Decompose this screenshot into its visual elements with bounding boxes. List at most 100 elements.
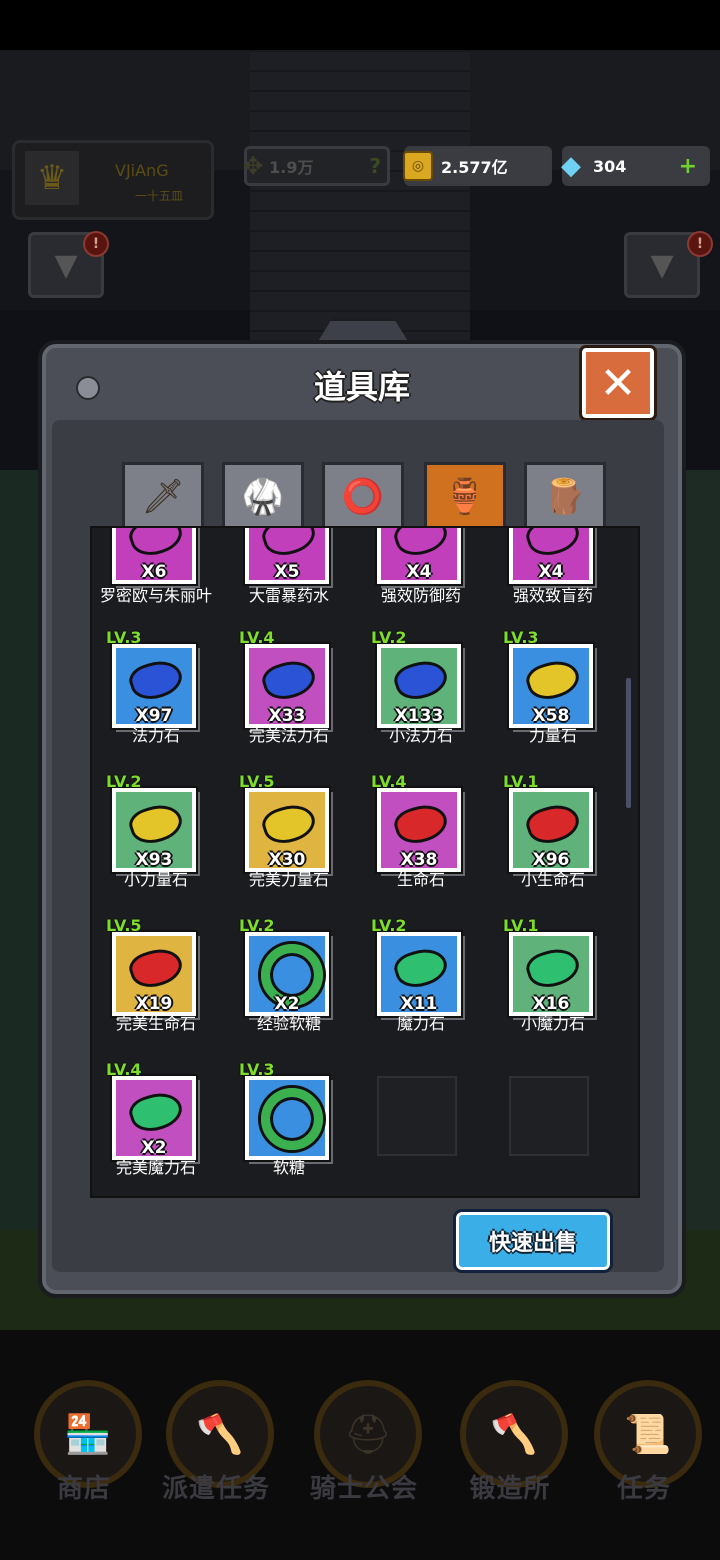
item-count: X133 [394, 706, 444, 726]
nav-shop[interactable]: 🏪 商店 [14, 1380, 144, 1530]
item-frame: X4 [507, 528, 595, 586]
item-level: LV.3 [106, 628, 142, 647]
add-gems-icon[interactable]: + [679, 154, 697, 179]
gem-stone-icon [125, 798, 187, 850]
item-frame: X97 [110, 642, 198, 730]
item-slot[interactable]: X93 LV.2 小力量石 [92, 772, 224, 918]
quick-sell-button[interactable]: 快速出售 [453, 1209, 613, 1273]
potion-jar-icon: 🏺 [443, 477, 487, 517]
item-slot[interactable]: X96 LV.1 小生命石 [489, 772, 621, 918]
item-slot[interactable]: X16 LV.1 小魔力石 [489, 916, 621, 1062]
gem-stone-icon [522, 798, 584, 850]
gem-stone-icon [258, 654, 320, 706]
item-frame: X133 [375, 642, 463, 730]
item-count: X5 [274, 562, 300, 582]
item-slot[interactable]: X33 LV.4 完美法力石 [225, 628, 357, 774]
tab-materials[interactable]: 🪵 [524, 462, 606, 529]
scrollbar[interactable] [626, 678, 631, 808]
gem-stone-icon [125, 654, 187, 706]
gem-stone-icon [522, 942, 584, 994]
item-slot[interactable]: X97 LV.3 法力石 [92, 628, 224, 774]
nav-dispatch[interactable]: 🪓 派遣任务 [146, 1380, 276, 1530]
gem-value: 304 [593, 156, 627, 176]
alert-icon: ! [83, 231, 109, 257]
item-grid[interactable]: X6 罗密欧与朱丽叶 X5 大雷暴药水 X4 强效防御药 X4 强效致盲药 X97 LV.3 法力石… [90, 526, 640, 1198]
item-frame: X30 [243, 786, 331, 874]
item-name: 经验软糖 [256, 1014, 321, 1033]
item-slot[interactable]: X2 LV.4 完美魔力石 [92, 1060, 224, 1196]
empty-slot [509, 1076, 589, 1156]
item-frame: X58 [507, 642, 595, 730]
item-slot[interactable]: X4 强效防御药 [357, 528, 489, 630]
item-level: LV.1 [503, 916, 539, 935]
gold-display[interactable]: ◎ 2.577亿 [403, 146, 552, 186]
player-card[interactable]: ♛ VJiAnG 一十五皿 [12, 140, 214, 220]
tab-armor[interactable]: 🥋 [222, 462, 304, 529]
item-name: 完美生命石 [115, 1014, 196, 1033]
empty-slot [377, 1076, 457, 1156]
left-menu-button[interactable]: ▼ ! [28, 231, 109, 298]
chevron-down-icon: ▼ [650, 247, 674, 283]
gem-stone-icon [522, 654, 584, 706]
item-frame: X93 [110, 786, 198, 874]
item-count: X58 [532, 706, 570, 726]
nav-quests[interactable]: 📜 任务 [574, 1380, 704, 1530]
item-name: 小力量石 [123, 870, 188, 889]
item-name: 完美魔力石 [115, 1158, 196, 1177]
power-display[interactable]: ✥ 1.9万 ? [243, 146, 390, 186]
item-count: X97 [135, 706, 173, 726]
item-slot[interactable]: LV.3 软糖 [225, 1060, 357, 1196]
item-count: X38 [400, 850, 438, 870]
item-frame: X38 [375, 786, 463, 874]
item-slot[interactable]: X6 罗密欧与朱丽叶 [92, 528, 224, 630]
item-level: LV.4 [239, 628, 275, 647]
item-slot[interactable]: X38 LV.4 生命石 [357, 772, 489, 918]
item-name: 法力石 [131, 726, 180, 745]
status-bar [0, 0, 720, 50]
gem-stone-icon [125, 942, 187, 994]
item-level: LV.2 [239, 916, 275, 935]
item-count: X96 [532, 850, 570, 870]
tab-accessories[interactable]: ⭕ [322, 462, 404, 529]
nav-forge[interactable]: 🪓 锻造所 [440, 1380, 570, 1530]
item-frame: X96 [507, 786, 595, 874]
potion-icon [390, 528, 452, 562]
close-button[interactable]: ✕ [579, 345, 657, 421]
item-name: 大雷暴药水 [248, 586, 329, 605]
item-level: LV.4 [371, 772, 407, 791]
gem-display[interactable]: ◆ 304 + [561, 146, 710, 186]
armor-icon: 🥋 [241, 477, 285, 517]
gold-coin-icon: ◎ [403, 151, 433, 181]
item-count: X4 [406, 562, 432, 582]
item-slot[interactable]: X19 LV.5 完美生命石 [92, 916, 224, 1062]
item-slot[interactable]: X4 强效致盲药 [489, 528, 621, 630]
nav-label: 商店 [56, 1474, 111, 1504]
nav-label: 任务 [616, 1474, 671, 1504]
gummy-ring-icon [261, 1088, 323, 1150]
item-slot[interactable]: X133 LV.2 小法力石 [357, 628, 489, 774]
item-slot[interactable]: X30 LV.5 完美力量石 [225, 772, 357, 918]
item-count: X2 [141, 1138, 167, 1158]
item-frame: X2 [110, 1074, 198, 1162]
player-title: 一十五皿 [135, 189, 184, 203]
item-count: X19 [135, 994, 173, 1014]
item-slot[interactable]: X58 LV.3 力量石 [489, 628, 621, 774]
item-slot [489, 1062, 621, 1196]
item-slot[interactable]: X5 大雷暴药水 [225, 528, 357, 630]
item-frame: X11 [375, 930, 463, 1018]
item-slot[interactable]: X11 LV.2 魔力石 [357, 916, 489, 1062]
tab-weapons[interactable]: 🗡 [122, 462, 204, 529]
nav-knight-guild[interactable]: ⛑ 骑士公会 [294, 1380, 424, 1530]
item-frame [243, 1074, 331, 1162]
right-menu-button[interactable]: ▼ ! [624, 231, 713, 298]
nav-label: 锻造所 [469, 1474, 551, 1504]
tab-consumables[interactable]: 🏺 [424, 462, 506, 529]
gem-stone-icon [125, 1086, 187, 1138]
help-icon[interactable]: ? [369, 154, 381, 178]
chevron-down-icon: ▼ [54, 247, 78, 283]
item-name: 强效致盲药 [512, 586, 593, 605]
item-frame: X2 [243, 930, 331, 1018]
item-slot[interactable]: X2 LV.2 经验软糖 [225, 916, 357, 1062]
item-frame: X4 [375, 528, 463, 586]
item-level: LV.1 [503, 772, 539, 791]
